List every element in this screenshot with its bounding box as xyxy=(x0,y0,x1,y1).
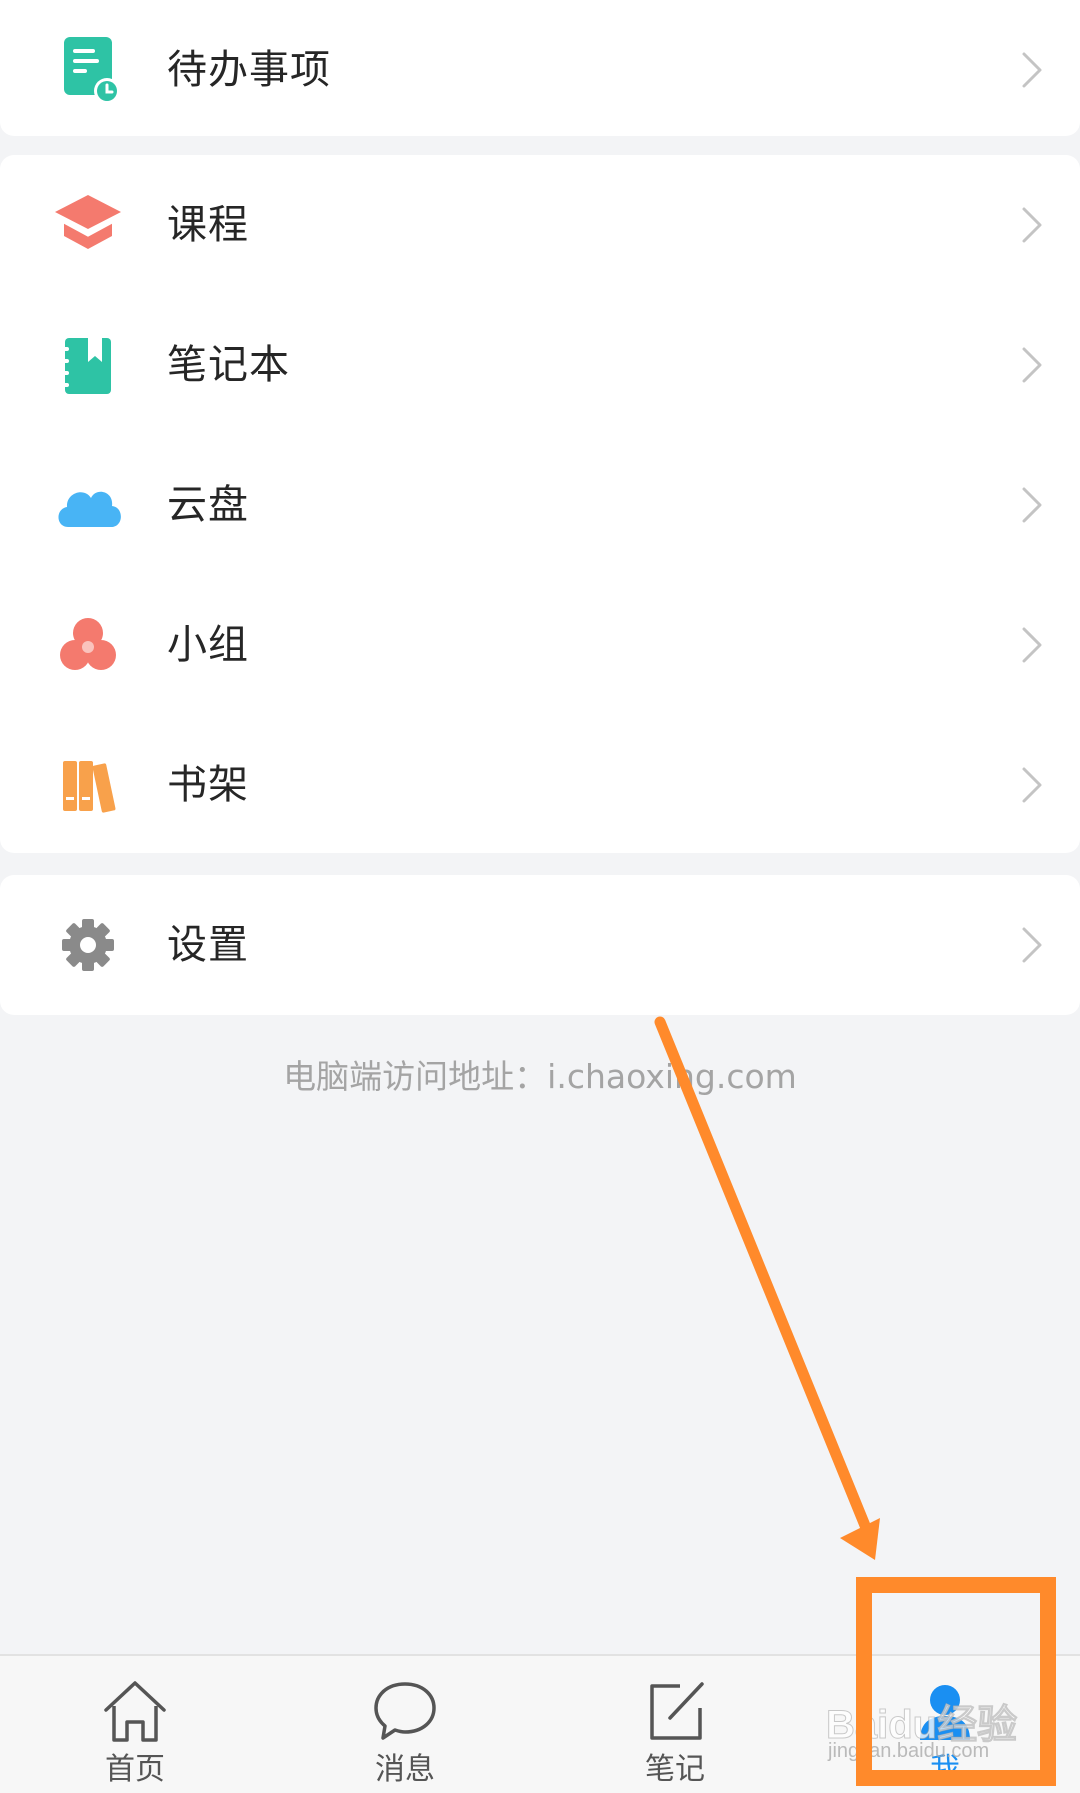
chevron-right-icon xyxy=(1020,345,1044,385)
menu-item-cloud[interactable]: 云盘 xyxy=(0,435,1080,575)
chevron-right-icon xyxy=(1020,50,1044,90)
menu-item-notebook[interactable]: 笔记本 xyxy=(0,295,1080,435)
menu-item-group[interactable]: 小组 xyxy=(0,575,1080,715)
tab-home-label: 首页 xyxy=(105,1752,165,1787)
chevron-right-icon xyxy=(1020,765,1044,805)
tab-me[interactable]: 我 xyxy=(870,1656,1020,1793)
todo-section: 待办事项 xyxy=(0,0,1080,136)
home-icon xyxy=(100,1678,170,1744)
menu-label-settings: 设置 xyxy=(167,922,249,968)
menu-label-group: 小组 xyxy=(167,622,249,668)
chevron-right-icon xyxy=(1020,485,1044,525)
tab-me-label: 我 xyxy=(930,1752,960,1787)
menu-item-course[interactable]: 课程 xyxy=(0,155,1080,295)
menu-label-bookshelf: 书架 xyxy=(167,762,249,808)
todo-icon xyxy=(48,30,128,110)
menu-item-todo[interactable]: 待办事项 xyxy=(0,0,1080,140)
settings-section: 设置 xyxy=(0,875,1080,1015)
chevron-right-icon xyxy=(1020,925,1044,965)
notebook-icon xyxy=(48,325,128,405)
menu-label-notebook: 笔记本 xyxy=(167,342,290,388)
bottom-tab-bar: 首页 消息 笔记 我 xyxy=(0,1654,1080,1793)
tab-home[interactable]: 首页 xyxy=(60,1656,210,1793)
chat-bubble-icon xyxy=(370,1678,440,1744)
tab-notes[interactable]: 笔记 xyxy=(600,1656,750,1793)
tab-messages[interactable]: 消息 xyxy=(330,1656,480,1793)
tab-notes-label: 笔记 xyxy=(645,1752,705,1787)
cloud-icon xyxy=(48,465,128,545)
bookshelf-icon xyxy=(48,745,128,825)
tab-messages-label: 消息 xyxy=(375,1752,435,1787)
graduation-cap-icon xyxy=(48,185,128,265)
group-icon xyxy=(48,605,128,685)
user-profile-icon xyxy=(910,1678,980,1744)
chevron-right-icon xyxy=(1020,625,1044,665)
apps-section: 课程 笔记本 云盘 小组 书架 xyxy=(0,155,1080,853)
menu-label-todo: 待办事项 xyxy=(167,47,331,93)
menu-label-course: 课程 xyxy=(167,202,249,248)
annotation-arrowhead xyxy=(840,1518,880,1560)
menu-item-settings[interactable]: 设置 xyxy=(0,875,1080,1015)
menu-label-cloud: 云盘 xyxy=(167,482,249,528)
menu-item-bookshelf[interactable]: 书架 xyxy=(0,715,1080,855)
pc-access-address: 电脑端访问地址：i.chaoxing.com xyxy=(283,1057,797,1096)
chevron-right-icon xyxy=(1020,205,1044,245)
gear-icon xyxy=(48,905,128,985)
edit-note-icon xyxy=(640,1678,710,1744)
